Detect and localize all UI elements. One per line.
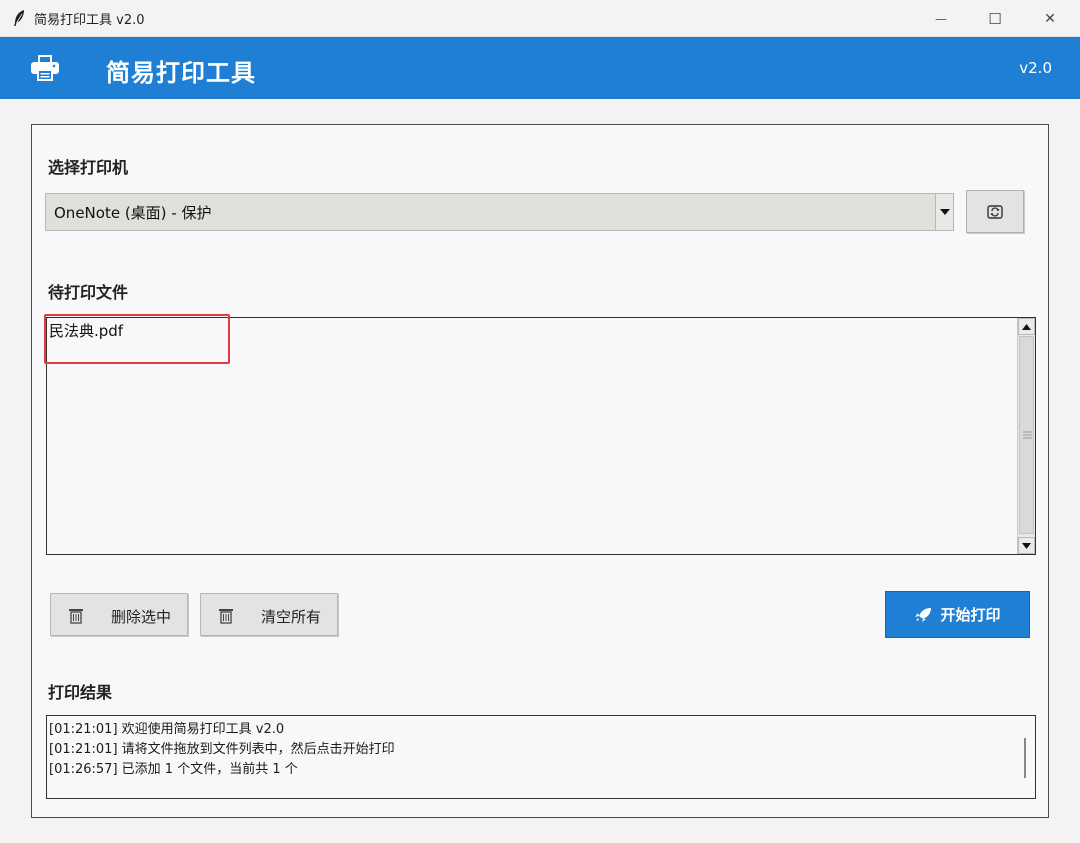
refresh-printers-button[interactable] [966,190,1024,233]
window-title: 简易打印工具 v2.0 [34,12,145,28]
minimize-icon: — [935,11,947,26]
delete-selected-button[interactable]: 删除选中 [50,593,188,636]
printer-section-label: 选择打印机 [48,158,129,177]
log-line: [01:26:57] 已添加 1 个文件，当前共 1 个 [49,762,298,777]
scroll-down-icon[interactable] [1018,537,1035,554]
app-header: 简易打印工具 v2.0 [0,37,1080,99]
maximize-button[interactable]: ☐ [968,0,1022,37]
minimize-button[interactable]: — [914,0,968,37]
trash-icon [69,609,83,624]
version-label: v2.0 [1019,59,1052,77]
maximize-icon: ☐ [988,9,1002,28]
clear-all-button[interactable]: 清空所有 [200,593,338,636]
start-print-label: 开始打印 [940,606,1001,624]
refresh-icon [987,204,1003,219]
log-scrollbar[interactable] [1024,738,1026,778]
feather-icon [14,10,24,26]
file-list-scrollbar[interactable] [1017,318,1035,554]
scrollbar-thumb[interactable] [1019,336,1034,534]
dropdown-arrow-icon[interactable] [935,194,953,230]
log-line: [01:21:01] 欢迎使用简易打印工具 v2.0 [49,722,285,737]
close-button[interactable]: ✕ [1023,0,1077,37]
scroll-up-icon[interactable] [1018,318,1035,335]
trash-icon [219,609,233,624]
close-icon: ✕ [1044,10,1056,27]
clear-all-label: 清空所有 [261,608,322,626]
printer-dropdown[interactable]: OneNote (桌面) - 保护 [45,193,954,231]
main-panel: 选择打印机 OneNote (桌面) - 保护 待打印文件 民法典.pdf 删除… [31,124,1049,818]
printer-icon [31,55,59,81]
files-section-label: 待打印文件 [48,283,129,302]
window-titlebar: 简易打印工具 v2.0 — ☐ ✕ [0,0,1080,37]
log-line: [01:21:01] 请将文件拖放到文件列表中，然后点击开始打印 [49,742,395,757]
print-log[interactable]: [01:21:01] 欢迎使用简易打印工具 v2.0 [01:21:01] 请将… [46,715,1036,799]
app-title: 简易打印工具 [106,59,256,87]
start-print-button[interactable]: 开始打印 [885,591,1030,638]
printer-dropdown-value: OneNote (桌面) - 保护 [54,203,212,222]
delete-selected-label: 删除选中 [111,608,172,626]
file-highlight-annotation [44,314,230,364]
result-section-label: 打印结果 [48,683,113,702]
rocket-icon [915,607,932,622]
